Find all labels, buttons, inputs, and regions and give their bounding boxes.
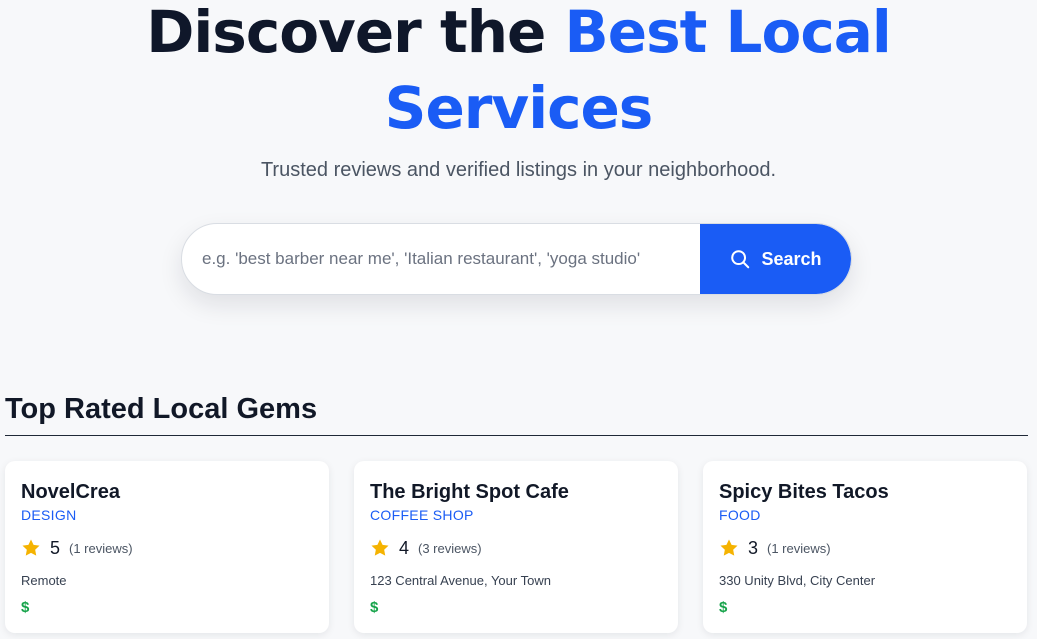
review-count: (1 reviews) [69, 540, 133, 556]
star-icon [371, 539, 389, 556]
listing-price: $ [21, 599, 30, 616]
hero-title: Discover the Best Local Services [0, 0, 1037, 146]
section-divider [5, 435, 1028, 436]
search-input[interactable] [182, 224, 700, 294]
hero-title-accent-second-line: Services [384, 74, 654, 142]
listing-location: 330 Unity Blvd, City Center [719, 573, 876, 588]
review-count: (1 reviews) [767, 540, 831, 556]
listing-location: 123 Central Avenue, Your Town [370, 573, 551, 588]
hero-title-accent: Best Local [564, 0, 892, 66]
listing-name: NovelCrea [21, 481, 120, 503]
listing-price: $ [719, 599, 728, 616]
search-bar: Search [181, 223, 852, 295]
listing-category[interactable]: DESIGN [21, 507, 313, 523]
search-button[interactable]: Search [700, 224, 851, 294]
listing-rating: 5 (1 reviews) [21, 537, 313, 559]
listing-location: Remote [21, 573, 67, 588]
rating-value: 5 [50, 537, 61, 558]
star-icon [720, 539, 738, 556]
listing-rating: 3 (1 reviews) [719, 537, 1011, 559]
section-title: Top Rated Local Gems [5, 393, 318, 425]
listing-card[interactable]: Spicy Bites Tacos FOOD 3 (1 reviews) 330… [703, 461, 1027, 633]
review-count: (3 reviews) [418, 540, 482, 556]
rating-value: 3 [748, 537, 759, 558]
hero-title-lead: Discover the [146, 0, 565, 66]
star-icon [22, 539, 40, 556]
listing-price: $ [370, 599, 379, 616]
listing-card[interactable]: NovelCrea DESIGN 5 (1 reviews) Remote $ [5, 461, 329, 633]
search-icon [731, 250, 750, 269]
listing-category[interactable]: FOOD [719, 507, 1011, 523]
listing-name: Spicy Bites Tacos [719, 481, 889, 503]
listing-name: The Bright Spot Cafe [370, 481, 569, 503]
search-button-label: Search [761, 248, 822, 269]
listing-rating: 4 (3 reviews) [370, 537, 662, 559]
rating-value: 4 [399, 537, 410, 558]
hero-subtitle: Trusted reviews and verified listings in… [260, 159, 777, 181]
listing-category[interactable]: COFFEE SHOP [370, 507, 662, 523]
listing-card[interactable]: The Bright Spot Cafe COFFEE SHOP 4 (3 re… [354, 461, 678, 633]
